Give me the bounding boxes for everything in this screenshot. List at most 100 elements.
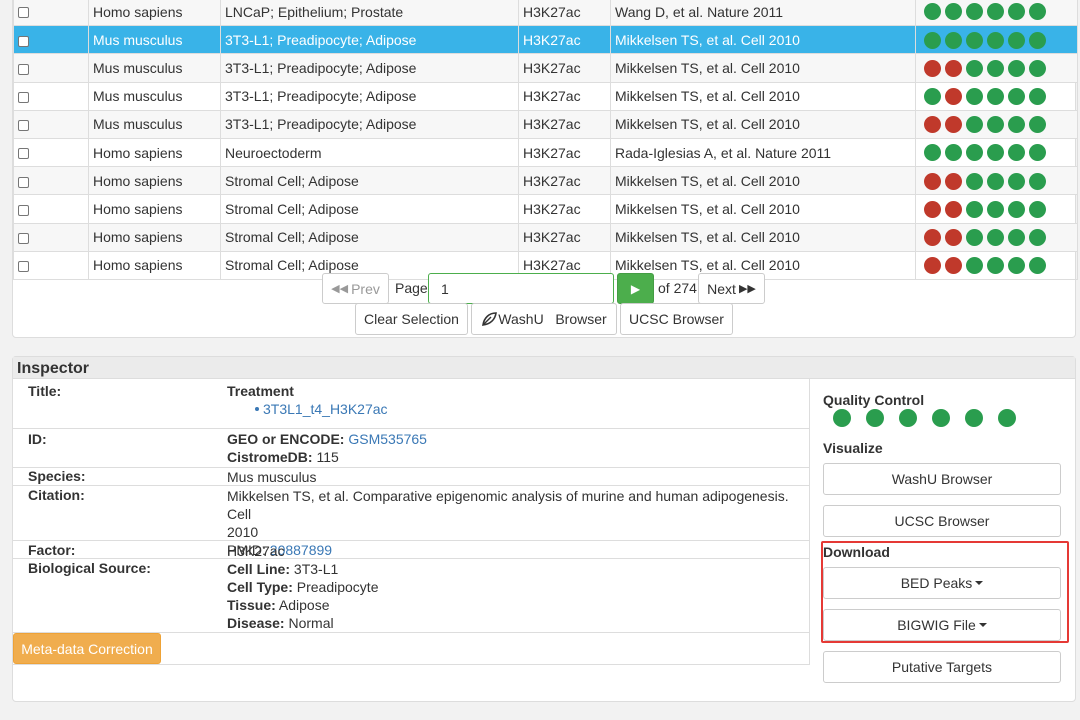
qc-dot-green (1008, 59, 1025, 77)
factor-cell: H3K27ac (518, 25, 611, 55)
row-checkbox[interactable] (18, 261, 29, 273)
cell-type-value: Preadipocyte (296, 579, 379, 595)
row-checkbox[interactable] (18, 91, 29, 103)
publication-cell: Mikkelsen TS, et al. Cell 2010 (610, 53, 916, 83)
page-input[interactable] (428, 273, 614, 304)
visualize-title: Visualize (823, 440, 883, 456)
factor-cell: H3K27ac (518, 0, 611, 27)
biological-source-cell: 3T3-L1; Preadipocyte; Adipose (220, 25, 519, 55)
table-row[interactable]: Homo sapiens Stromal Cell; Adipose H3K27ac… (13, 222, 1078, 252)
row-checkbox[interactable] (18, 204, 29, 216)
table-row[interactable]: Mus musculus 3T3-L1; Preadipocyte; Adipos… (13, 81, 1078, 111)
row-checkbox[interactable] (18, 232, 29, 244)
table-row[interactable]: Mus musculus 3T3-L1; Preadipocyte; Adipos… (13, 25, 1078, 55)
washu-browser-side-button[interactable]: WashU Browser (823, 463, 1061, 495)
species-cell: Homo sapiens (88, 166, 221, 196)
factor-cell: H3K27ac (518, 109, 611, 139)
biological-source-cell: Stromal Cell; Adipose (220, 194, 519, 224)
biological-source-cell: Stromal Cell; Adipose (220, 222, 519, 252)
putative-targets-button[interactable]: Putative Targets (823, 651, 1061, 683)
inspector-actions: Quality Control Visualize WashU Browser … (821, 379, 1073, 699)
results-table: Homo sapiens LNCaP; Epithelium; Prostate H… (13, 0, 1078, 280)
qc-dot-red (924, 59, 941, 77)
table-row[interactable]: Homo sapiens LNCaP; Epithelium; Prostate H… (13, 0, 1078, 27)
disease-label: Disease: (227, 615, 285, 631)
table-row[interactable]: Homo sapiens Neuroectoderm H3K27ac Rada-Igl… (13, 137, 1078, 168)
qc-cell (915, 0, 1078, 27)
species-value: Mus musculus (227, 469, 317, 485)
row-checkbox[interactable] (18, 148, 29, 160)
ucsc-browser-button[interactable]: UCSC Browser (620, 303, 733, 335)
qc-dot-green (924, 88, 941, 106)
species-cell: Homo sapiens (88, 137, 221, 168)
washu-browser-button[interactable]: WashU Browser (471, 303, 617, 335)
next-button[interactable]: Next ▶▶ (698, 273, 765, 304)
qc-dot-red (924, 257, 941, 275)
qc-dot-green (1029, 3, 1046, 21)
row-checkbox[interactable] (18, 7, 29, 19)
qc-dot-red (945, 172, 962, 190)
leaf-icon (482, 312, 498, 326)
row-checkbox[interactable] (18, 176, 29, 188)
qc-dot-green (966, 172, 983, 190)
treatment-link[interactable]: 3T3L1_t4_H3K27ac (263, 401, 388, 417)
species-cell: Homo sapiens (88, 222, 221, 252)
qc-dot-red (924, 116, 941, 134)
species-cell: Homo sapiens (88, 194, 221, 224)
publication-cell: Mikkelsen TS, et al. Cell 2010 (610, 81, 916, 111)
species-cell: Mus musculus (88, 53, 221, 83)
ucsc-browser-side-button[interactable]: UCSC Browser (823, 505, 1061, 537)
species-cell: Mus musculus (88, 81, 221, 111)
row-checkbox[interactable] (18, 63, 29, 75)
pagination: ◀◀ Prev Page ▶ of 274 Next ▶▶ (13, 273, 1077, 305)
qc-dot-green (1029, 59, 1046, 77)
qc-dot-green (966, 228, 983, 246)
qc-dot-green (1029, 116, 1046, 134)
qc-dot-green (1029, 31, 1046, 49)
citation-key: Citation: (28, 487, 85, 503)
citation-text-2: 2010 (227, 524, 259, 540)
geo-link[interactable]: GSM535765 (348, 431, 427, 447)
qc-dot-green (966, 116, 983, 134)
id-row: ID: GEO or ENCODE: GSM535765 CistromeDB:… (13, 428, 810, 465)
biological-source-cell: Stromal Cell; Adipose (220, 166, 519, 196)
species-cell: Homo sapiens (88, 0, 221, 27)
prev-button[interactable]: ◀◀ Prev (322, 273, 389, 304)
bio-source-row: Biological Source: Cell Line: 3T3-L1 Cel… (13, 558, 810, 632)
qc-dot-green (966, 257, 983, 275)
qc-dot-green (945, 144, 962, 162)
meta-data-correction-button[interactable]: Meta-data Correction (13, 633, 161, 664)
qc-dot-green (987, 257, 1004, 275)
table-row[interactable]: Mus musculus 3T3-L1; Preadipocyte; Adipos… (13, 109, 1078, 139)
row-checkbox[interactable] (18, 35, 29, 47)
factor-cell: H3K27ac (518, 137, 611, 168)
qc-dot-red (945, 116, 962, 134)
tissue-label: Tissue: (227, 597, 276, 613)
qc-dot-green (1029, 144, 1046, 162)
factor-row: Factor: H3K27ac (13, 540, 810, 560)
title-row: Title: Treatment 3T3L1_t4_H3K27ac (13, 379, 810, 424)
table-row[interactable]: Mus musculus 3T3-L1; Preadipocyte; Adipos… (13, 53, 1078, 83)
inspector-details: Title: Treatment 3T3L1_t4_H3K27ac ID: GE… (13, 379, 810, 665)
qc-dot-green (1008, 144, 1025, 162)
qc-dot-green (987, 3, 1004, 21)
biological-source-cell: LNCaP; Epithelium; Prostate (220, 0, 519, 27)
species-key: Species: (28, 468, 86, 484)
qc-dot-green (1008, 172, 1025, 190)
qc-cell (915, 166, 1078, 196)
table-row[interactable]: Homo sapiens Stromal Cell; Adipose H3K27ac… (13, 194, 1078, 224)
next-icon: ▶▶ (738, 283, 756, 295)
qc-dot-red (924, 172, 941, 190)
cistrome-label: CistromeDB: (227, 449, 313, 465)
title-key: Title: (28, 383, 62, 399)
qc-dot-green (966, 200, 983, 218)
qc-dot-green (987, 88, 1004, 106)
row-checkbox-cell (13, 137, 89, 168)
row-checkbox[interactable] (18, 120, 29, 132)
go-button[interactable]: ▶ (617, 273, 654, 304)
clear-selection-button[interactable]: Clear Selection (355, 303, 468, 335)
qc-dot-green (1008, 3, 1025, 21)
qc-dot-green (966, 88, 983, 106)
qc-dot-green (924, 31, 941, 49)
table-row[interactable]: Homo sapiens Stromal Cell; Adipose H3K27ac… (13, 166, 1078, 196)
